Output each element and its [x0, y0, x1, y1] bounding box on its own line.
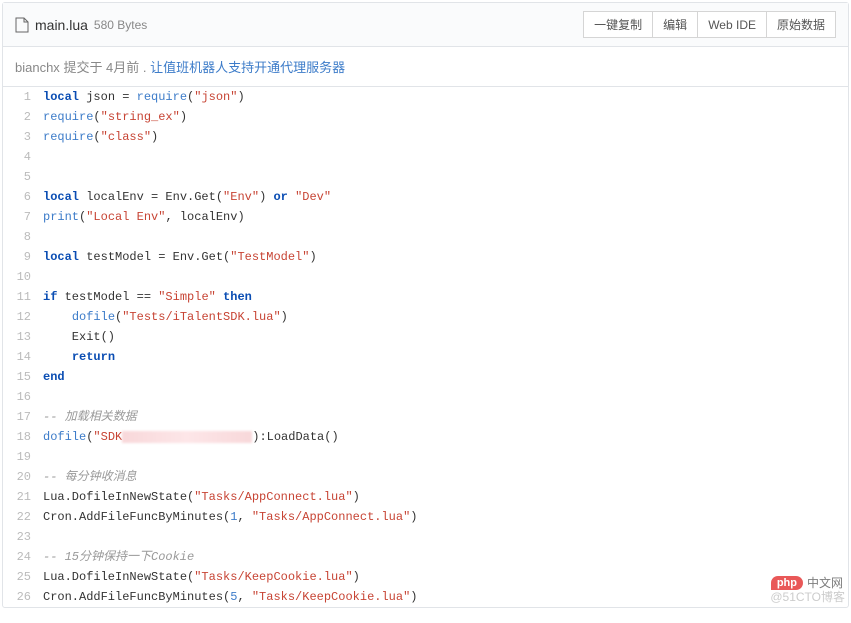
code-line: 7print("Local Env", localEnv) — [3, 207, 848, 227]
code-line: 25Lua.DofileInNewState("Tasks/KeepCookie… — [3, 567, 848, 587]
code-content: Cron.AddFileFuncByMinutes(5, "Tasks/Keep… — [43, 587, 417, 607]
code-line: 23 — [3, 527, 848, 547]
code-line: 6local localEnv = Env.Get("Env") or "Dev… — [3, 187, 848, 207]
commit-info: bianchx 提交于 4月前 . 让值班机器人支持开通代理服务器 — [3, 47, 848, 87]
code-line: 18dofile("SDK):LoadData() — [3, 427, 848, 447]
line-number: 10 — [3, 267, 43, 287]
code-block: 1local json = require("json")2require("s… — [3, 87, 848, 607]
code-content: require("class") — [43, 127, 158, 147]
code-content: dofile("Tests/iTalentSDK.lua") — [43, 307, 288, 327]
code-line: 26Cron.AddFileFuncByMinutes(5, "Tasks/Ke… — [3, 587, 848, 607]
code-line: 12 dofile("Tests/iTalentSDK.lua") — [3, 307, 848, 327]
code-line: 1local json = require("json") — [3, 87, 848, 107]
code-line: 5 — [3, 167, 848, 187]
code-content: Exit() — [43, 327, 115, 347]
line-number: 11 — [3, 287, 43, 307]
line-number: 15 — [3, 367, 43, 387]
line-number: 26 — [3, 587, 43, 607]
code-line: 4 — [3, 147, 848, 167]
code-line: 21Lua.DofileInNewState("Tasks/AppConnect… — [3, 487, 848, 507]
line-number: 2 — [3, 107, 43, 127]
toolbar: 一键复制 编辑 Web IDE 原始数据 — [583, 11, 836, 38]
code-content: local localEnv = Env.Get("Env") or "Dev" — [43, 187, 331, 207]
line-number: 19 — [3, 447, 43, 467]
line-number: 9 — [3, 247, 43, 267]
line-number: 14 — [3, 347, 43, 367]
line-number: 25 — [3, 567, 43, 587]
line-number: 22 — [3, 507, 43, 527]
line-number: 24 — [3, 547, 43, 567]
code-content: require("string_ex") — [43, 107, 187, 127]
code-content: -- 每分钟收消息 — [43, 467, 137, 487]
code-line: 8 — [3, 227, 848, 247]
file-icon — [15, 17, 29, 33]
line-number: 5 — [3, 167, 43, 187]
line-number: 20 — [3, 467, 43, 487]
line-number: 12 — [3, 307, 43, 327]
code-content: end — [43, 367, 65, 387]
commit-meta: 提交于 4月前 . — [63, 60, 146, 75]
file-size: 580 Bytes — [94, 18, 147, 32]
code-content: dofile("SDK):LoadData() — [43, 427, 339, 447]
code-line: 14 return — [3, 347, 848, 367]
code-line: 9local testModel = Env.Get("TestModel") — [3, 247, 848, 267]
code-line: 2require("string_ex") — [3, 107, 848, 127]
line-number: 16 — [3, 387, 43, 407]
code-line: 10 — [3, 267, 848, 287]
code-content: -- 加载相关数据 — [43, 407, 137, 427]
code-content: Lua.DofileInNewState("Tasks/AppConnect.l… — [43, 487, 360, 507]
code-content: local json = require("json") — [43, 87, 245, 107]
commit-message[interactable]: 让值班机器人支持开通代理服务器 — [150, 60, 345, 75]
code-line: 19 — [3, 447, 848, 467]
file-header: main.lua 580 Bytes 一键复制 编辑 Web IDE 原始数据 — [3, 3, 848, 47]
code-line: 22Cron.AddFileFuncByMinutes(1, "Tasks/Ap… — [3, 507, 848, 527]
raw-button[interactable]: 原始数据 — [767, 11, 836, 38]
edit-button[interactable]: 编辑 — [653, 11, 698, 38]
code-line: 16 — [3, 387, 848, 407]
code-content: local testModel = Env.Get("TestModel") — [43, 247, 317, 267]
line-number: 7 — [3, 207, 43, 227]
line-number: 3 — [3, 127, 43, 147]
code-line: 17-- 加载相关数据 — [3, 407, 848, 427]
copy-button[interactable]: 一键复制 — [583, 11, 653, 38]
commit-author[interactable]: bianchx — [15, 60, 60, 75]
code-line: 13 Exit() — [3, 327, 848, 347]
code-content: return — [43, 347, 115, 367]
watermark-51cto: @51CTO博客 — [770, 588, 845, 605]
code-content: Cron.AddFileFuncByMinutes(1, "Tasks/AppC… — [43, 507, 417, 527]
line-number: 17 — [3, 407, 43, 427]
line-number: 8 — [3, 227, 43, 247]
code-content: Lua.DofileInNewState("Tasks/KeepCookie.l… — [43, 567, 360, 587]
line-number: 23 — [3, 527, 43, 547]
code-line: 20-- 每分钟收消息 — [3, 467, 848, 487]
code-content: if testModel == "Simple" then — [43, 287, 252, 307]
line-number: 21 — [3, 487, 43, 507]
code-line: 11if testModel == "Simple" then — [3, 287, 848, 307]
code-content: -- 15分钟保持一下Cookie — [43, 547, 194, 567]
line-number: 13 — [3, 327, 43, 347]
file-info: main.lua 580 Bytes — [15, 17, 147, 33]
line-number: 4 — [3, 147, 43, 167]
code-line: 3require("class") — [3, 127, 848, 147]
line-number: 18 — [3, 427, 43, 447]
code-content: print("Local Env", localEnv) — [43, 207, 245, 227]
line-number: 1 — [3, 87, 43, 107]
code-line: 15end — [3, 367, 848, 387]
redacted-text — [122, 431, 252, 443]
code-line: 24-- 15分钟保持一下Cookie — [3, 547, 848, 567]
file-container: main.lua 580 Bytes 一键复制 编辑 Web IDE 原始数据 … — [2, 2, 849, 608]
webide-button[interactable]: Web IDE — [698, 11, 767, 38]
line-number: 6 — [3, 187, 43, 207]
file-name: main.lua — [35, 17, 88, 33]
